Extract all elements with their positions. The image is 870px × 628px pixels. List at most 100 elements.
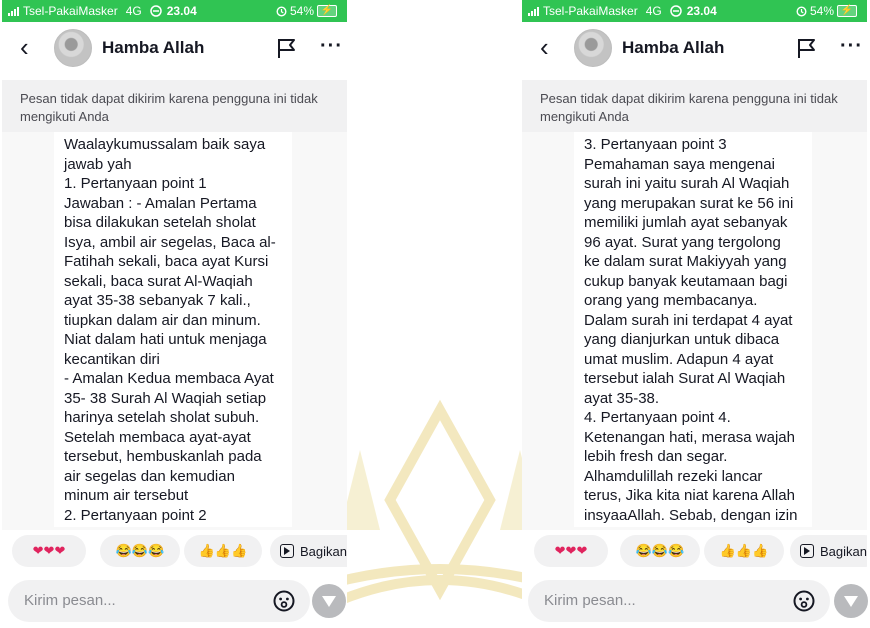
- message-line: ayat 35-38.: [584, 389, 660, 407]
- signal-icon: [8, 6, 19, 16]
- message-line: lebih fresh dan segar.: [584, 448, 728, 465]
- message-line: jawab yah: [64, 155, 132, 173]
- message-line: insyaaAllah. Sebab, dengan izin: [584, 506, 798, 524]
- message-line: memiliki jumlah ayat sebanyak: [584, 214, 788, 231]
- chat-header: ‹ Hamba Allah ···: [522, 26, 867, 72]
- battery-charging-icon: ⚡: [317, 5, 337, 17]
- message-line: minum air tersebut: [64, 487, 189, 504]
- notice-line: mengikuti Anda: [540, 109, 629, 124]
- message-line: Waalaykumussalam baik saya: [64, 136, 266, 153]
- quick-reactions: ❤❤❤ 😂😂😂 👍👍👍 Bagikan p: [2, 535, 347, 571]
- alarm-icon: [796, 5, 807, 17]
- message-line: Niat dalam hati untuk menjaga: [64, 331, 267, 348]
- chat-area[interactable]: Waalaykumussalam baik saya jawab yah 1. …: [2, 132, 347, 530]
- message-line: 35- 38 Surah Al Waqiah setiap: [64, 389, 267, 407]
- message-line: tiupkan dalam air dan minum.: [64, 311, 261, 329]
- message-input[interactable]: Kirim pesan...: [528, 580, 830, 622]
- reaction-thumbs-up[interactable]: 👍👍👍: [184, 535, 262, 567]
- reaction-hearts[interactable]: ❤❤❤: [534, 535, 608, 567]
- message-line: ayat 35-38 sebanyak 7 kali.,: [64, 292, 251, 309]
- message-line: Alhamdulillah rezeki lancar: [584, 467, 763, 485]
- message-line: surah ini yaitu surah Al Waqiah: [584, 175, 790, 192]
- notice-line: mengikuti Anda: [20, 109, 109, 124]
- phone-screenshot-right: Tsel-PakaiMasker 4G 23.04 54% ⚡ ‹ Hamba …: [522, 0, 868, 628]
- message-line: Setelah membaca ayat-ayat: [64, 428, 251, 446]
- message-line: harinya setelah sholat subuh.: [64, 409, 260, 426]
- message-line: 1. Pertanyaan point 1: [64, 175, 207, 192]
- message-line: yang merupakan surat ke 56 ini: [584, 194, 794, 212]
- avatar[interactable]: [54, 29, 92, 67]
- alarm-icon: [276, 5, 287, 17]
- send-button[interactable]: [834, 584, 868, 618]
- message-line: Pemahaman saya mengenai: [584, 155, 775, 173]
- battery-percentage: 54%: [809, 4, 834, 18]
- cannot-send-notice: Pesan tidak dapat dikirim karena penggun…: [522, 80, 867, 132]
- reaction-laughing[interactable]: 😂😂😂: [100, 535, 180, 567]
- send-icon: [844, 596, 858, 607]
- share-button[interactable]: Bagikan p: [270, 535, 347, 567]
- quick-reactions: ❤❤❤ 😂😂😂 👍👍👍 Bagikan: [522, 535, 867, 571]
- message-line: 96 ayat. Surat yang tergolong: [584, 233, 781, 251]
- message-line: tersebut, hembuskanlah pada: [64, 448, 262, 465]
- message-bubble[interactable]: 3. Pertanyaan point 3 Pemahaman saya men…: [574, 132, 812, 527]
- emoji-icon[interactable]: [792, 589, 816, 613]
- back-arrow-icon[interactable]: ‹: [540, 34, 549, 60]
- message-line: air segelas dan kemudian: [64, 467, 235, 485]
- network-type: 4G: [125, 4, 142, 18]
- emoji-icon[interactable]: [272, 589, 296, 613]
- message-line: kecantikan diri: [64, 350, 160, 368]
- status-bar: Tsel-PakaiMasker 4G 23.04 54% ⚡: [2, 0, 347, 22]
- message-line: cukup banyak keutamaan bagi: [584, 272, 788, 290]
- signal-icon: [528, 6, 539, 16]
- back-arrow-icon[interactable]: ‹: [20, 34, 29, 60]
- message-line: Isya, ambil air segelas, Baca al-: [64, 233, 276, 251]
- status-bar: Tsel-PakaiMasker 4G 23.04 54% ⚡: [522, 0, 867, 22]
- data-saver-icon: [669, 5, 682, 17]
- reaction-hearts[interactable]: ❤❤❤: [12, 535, 86, 567]
- message-line: - Amalan Kedua membaca Ayat: [64, 370, 274, 387]
- message-line: Ketenangan hati, merasa wajah: [584, 428, 795, 446]
- phone-screenshot-left: Tsel-PakaiMasker 4G 23.04 54% ⚡ ‹ Hamba …: [2, 0, 347, 628]
- chat-area[interactable]: 3. Pertanyaan point 3 Pemahaman saya men…: [522, 132, 867, 530]
- message-line: sekali, baca surat Al-Waqiah: [64, 272, 253, 290]
- clock-time: 23.04: [166, 4, 197, 18]
- carrier-name: Tsel-PakaiMasker: [23, 4, 118, 18]
- message-line: terus, Jika kita niat karena Allah: [584, 487, 795, 504]
- contact-name[interactable]: Hamba Allah: [102, 38, 204, 58]
- message-line: umat muslim. Adapun 4 ayat: [584, 350, 774, 368]
- more-icon[interactable]: ···: [320, 34, 343, 58]
- battery-percentage: 54%: [289, 4, 314, 18]
- battery-charging-icon: ⚡: [837, 5, 857, 17]
- message-input[interactable]: Kirim pesan...: [8, 580, 310, 622]
- message-line: Fatihah sekali, baca ayat Kursi: [64, 253, 269, 270]
- more-icon[interactable]: ···: [840, 34, 863, 58]
- message-bubble[interactable]: Waalaykumussalam baik saya jawab yah 1. …: [54, 132, 292, 527]
- chat-header: ‹ Hamba Allah ···: [2, 26, 347, 72]
- message-line: orang yang membacanya.: [584, 292, 758, 309]
- carrier-name: Tsel-PakaiMasker: [543, 4, 638, 18]
- message-input-placeholder: Kirim pesan...: [544, 592, 636, 609]
- send-button[interactable]: [312, 584, 346, 618]
- notice-line: Pesan tidak dapat dikirim karena penggun…: [20, 91, 318, 106]
- send-icon: [322, 596, 336, 607]
- flag-icon[interactable]: [274, 36, 298, 60]
- message-input-placeholder: Kirim pesan...: [24, 592, 116, 609]
- share-button[interactable]: Bagikan: [790, 535, 867, 567]
- contact-name[interactable]: Hamba Allah: [622, 38, 724, 58]
- message-line: ke dalam surat Makiyyah yang: [584, 253, 787, 270]
- message-line: Dalam surah ini terdapat 4 ayat: [584, 311, 793, 329]
- reaction-thumbs-up[interactable]: 👍👍👍: [704, 535, 784, 567]
- clock-time: 23.04: [686, 4, 717, 18]
- message-line: 4. Pertanyaan point 4.: [584, 409, 731, 426]
- message-line: tersebut ialah Surat Al Waqiah: [584, 370, 786, 387]
- message-line: yang dianjurkan untuk dibaca: [584, 331, 780, 348]
- cannot-send-notice: Pesan tidak dapat dikirim karena penggun…: [2, 80, 347, 132]
- reaction-laughing[interactable]: 😂😂😂: [620, 535, 700, 567]
- message-line: Jawaban : - Amalan Pertama: [64, 194, 257, 212]
- avatar[interactable]: [574, 29, 612, 67]
- message-line: bisa dilakukan setelah sholat: [64, 214, 256, 231]
- notice-line: Pesan tidak dapat dikirim karena penggun…: [540, 91, 838, 106]
- message-line: 2. Pertanyaan point 2: [64, 506, 207, 524]
- flag-icon[interactable]: [794, 36, 818, 60]
- data-saver-icon: [149, 5, 162, 17]
